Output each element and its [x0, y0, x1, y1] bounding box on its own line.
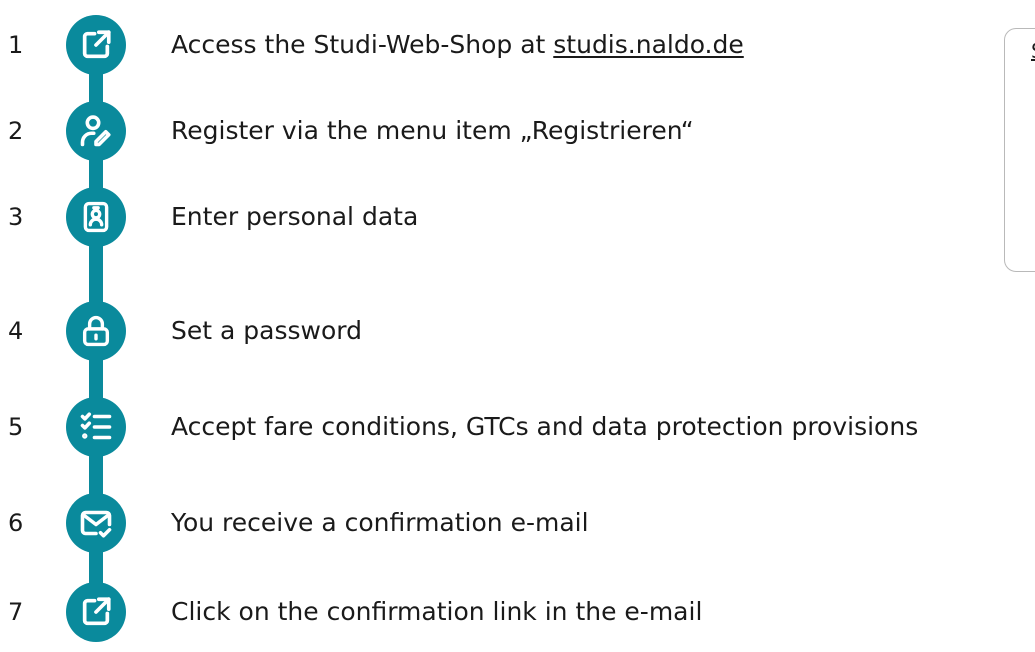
step-icon-circle [66, 15, 126, 75]
step-icon-circle [66, 301, 126, 361]
external-link-icon [82, 597, 111, 626]
step-icon-circle [66, 493, 126, 553]
step-number: 3 [8, 203, 24, 231]
step-icon-circle [66, 582, 126, 642]
step-icon-circle [66, 397, 126, 457]
checklist-icon [80, 412, 112, 440]
step-1: 1 Access the Studi-Web-Shop at studis.na… [0, 15, 1035, 75]
external-link-icon [82, 30, 111, 59]
step-number: 2 [8, 117, 24, 145]
step-text: Access the Studi-Web-Shop at studis.nald… [171, 30, 744, 60]
side-box-text: S [1031, 39, 1035, 63]
step-text: You receive a confirmation e-mail [171, 508, 589, 537]
step-number: 5 [8, 413, 24, 441]
step-2: 2 Register via the menu item „Registrier… [0, 101, 1035, 161]
step-icon-circle [66, 101, 126, 161]
step-text: Register via the menu item „Registrieren… [171, 116, 694, 145]
step-text: Enter personal data [171, 202, 419, 231]
lock-icon [82, 315, 110, 347]
step-4: 4 Set a password [0, 301, 1035, 361]
step-5: 5 Accept fare conditions, GTCs and data … [0, 397, 1035, 457]
step-6: 6 You receive a confirmation e-mail [0, 493, 1035, 553]
step-text-prefix: Access the Studi-Web-Shop at [171, 30, 554, 59]
step-number: 7 [8, 598, 24, 626]
step-icon-circle [66, 187, 126, 247]
side-info-box: S [1004, 28, 1035, 272]
step-7: 7 Click on the confirmation link in the … [0, 582, 1035, 642]
shop-link[interactable]: studis.naldo.de [553, 30, 744, 59]
id-badge-icon [83, 201, 109, 233]
step-number: 1 [8, 31, 24, 59]
user-edit-icon [80, 115, 111, 147]
mail-check-icon [80, 510, 112, 538]
step-3: 3 Enter personal data [0, 187, 1035, 247]
step-text: Accept fare conditions, GTCs and data pr… [171, 412, 919, 441]
step-text: Set a password [171, 316, 362, 345]
step-text: Click on the confirmation link in the e-… [171, 597, 703, 626]
step-number: 4 [8, 317, 24, 345]
step-number: 6 [8, 509, 24, 537]
